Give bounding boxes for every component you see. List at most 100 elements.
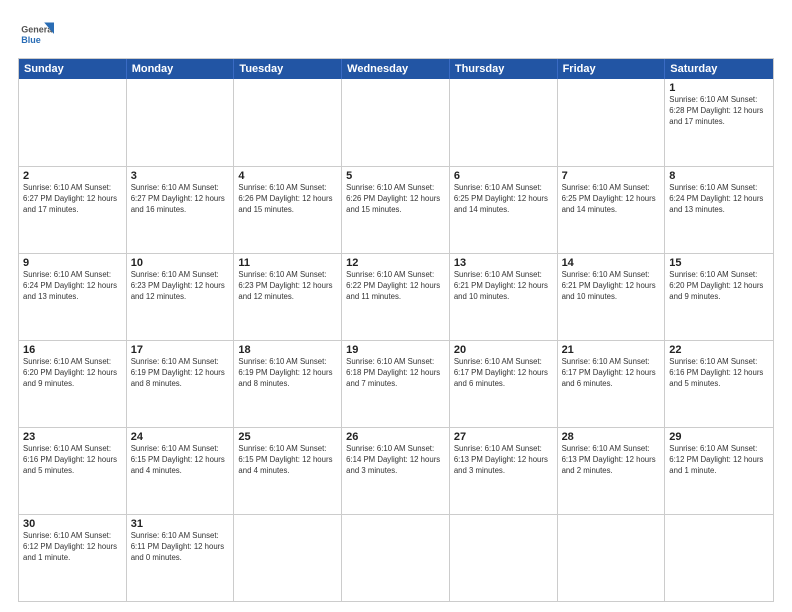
- day-info: Sunrise: 6:10 AM Sunset: 6:24 PM Dayligh…: [23, 270, 122, 303]
- day-info: Sunrise: 6:10 AM Sunset: 6:13 PM Dayligh…: [562, 444, 661, 477]
- day-13: 13Sunrise: 6:10 AM Sunset: 6:21 PM Dayli…: [450, 254, 558, 340]
- day-number: 23: [23, 431, 122, 443]
- empty-cell: [450, 515, 558, 601]
- day-23: 23Sunrise: 6:10 AM Sunset: 6:16 PM Dayli…: [19, 428, 127, 514]
- day-number: 27: [454, 431, 553, 443]
- empty-cell: [234, 515, 342, 601]
- week-row-6: 30Sunrise: 6:10 AM Sunset: 6:12 PM Dayli…: [19, 514, 773, 601]
- day-7: 7Sunrise: 6:10 AM Sunset: 6:25 PM Daylig…: [558, 167, 666, 253]
- day-1: 1Sunrise: 6:10 AM Sunset: 6:28 PM Daylig…: [665, 79, 773, 166]
- day-27: 27Sunrise: 6:10 AM Sunset: 6:13 PM Dayli…: [450, 428, 558, 514]
- empty-cell: [558, 79, 666, 166]
- day-info: Sunrise: 6:10 AM Sunset: 6:19 PM Dayligh…: [131, 357, 230, 390]
- day-number: 8: [669, 170, 769, 182]
- day-info: Sunrise: 6:10 AM Sunset: 6:20 PM Dayligh…: [23, 357, 122, 390]
- day-number: 18: [238, 344, 337, 356]
- day-6: 6Sunrise: 6:10 AM Sunset: 6:25 PM Daylig…: [450, 167, 558, 253]
- day-17: 17Sunrise: 6:10 AM Sunset: 6:19 PM Dayli…: [127, 341, 235, 427]
- day-15: 15Sunrise: 6:10 AM Sunset: 6:20 PM Dayli…: [665, 254, 773, 340]
- day-number: 26: [346, 431, 445, 443]
- week-row-4: 16Sunrise: 6:10 AM Sunset: 6:20 PM Dayli…: [19, 340, 773, 427]
- day-21: 21Sunrise: 6:10 AM Sunset: 6:17 PM Dayli…: [558, 341, 666, 427]
- day-info: Sunrise: 6:10 AM Sunset: 6:15 PM Dayligh…: [131, 444, 230, 477]
- week-row-3: 9Sunrise: 6:10 AM Sunset: 6:24 PM Daylig…: [19, 253, 773, 340]
- header-day-saturday: Saturday: [665, 59, 773, 79]
- day-number: 13: [454, 257, 553, 269]
- day-4: 4Sunrise: 6:10 AM Sunset: 6:26 PM Daylig…: [234, 167, 342, 253]
- day-19: 19Sunrise: 6:10 AM Sunset: 6:18 PM Dayli…: [342, 341, 450, 427]
- day-number: 28: [562, 431, 661, 443]
- day-number: 29: [669, 431, 769, 443]
- day-info: Sunrise: 6:10 AM Sunset: 6:15 PM Dayligh…: [238, 444, 337, 477]
- day-30: 30Sunrise: 6:10 AM Sunset: 6:12 PM Dayli…: [19, 515, 127, 601]
- empty-cell: [234, 79, 342, 166]
- header-day-sunday: Sunday: [19, 59, 127, 79]
- calendar: SundayMondayTuesdayWednesdayThursdayFrid…: [18, 58, 774, 602]
- header-day-wednesday: Wednesday: [342, 59, 450, 79]
- day-number: 10: [131, 257, 230, 269]
- day-info: Sunrise: 6:10 AM Sunset: 6:13 PM Dayligh…: [454, 444, 553, 477]
- svg-text:Blue: Blue: [21, 35, 41, 45]
- day-number: 11: [238, 257, 337, 269]
- empty-cell: [19, 79, 127, 166]
- day-info: Sunrise: 6:10 AM Sunset: 6:17 PM Dayligh…: [454, 357, 553, 390]
- day-number: 24: [131, 431, 230, 443]
- day-5: 5Sunrise: 6:10 AM Sunset: 6:26 PM Daylig…: [342, 167, 450, 253]
- day-info: Sunrise: 6:10 AM Sunset: 6:26 PM Dayligh…: [238, 183, 337, 216]
- day-number: 16: [23, 344, 122, 356]
- day-number: 4: [238, 170, 337, 182]
- day-info: Sunrise: 6:10 AM Sunset: 6:18 PM Dayligh…: [346, 357, 445, 390]
- day-number: 5: [346, 170, 445, 182]
- day-info: Sunrise: 6:10 AM Sunset: 6:11 PM Dayligh…: [131, 531, 230, 564]
- day-number: 22: [669, 344, 769, 356]
- day-info: Sunrise: 6:10 AM Sunset: 6:16 PM Dayligh…: [669, 357, 769, 390]
- day-info: Sunrise: 6:10 AM Sunset: 6:14 PM Dayligh…: [346, 444, 445, 477]
- day-info: Sunrise: 6:10 AM Sunset: 6:23 PM Dayligh…: [238, 270, 337, 303]
- day-info: Sunrise: 6:10 AM Sunset: 6:17 PM Dayligh…: [562, 357, 661, 390]
- day-number: 12: [346, 257, 445, 269]
- day-number: 7: [562, 170, 661, 182]
- day-info: Sunrise: 6:10 AM Sunset: 6:21 PM Dayligh…: [562, 270, 661, 303]
- day-number: 14: [562, 257, 661, 269]
- day-11: 11Sunrise: 6:10 AM Sunset: 6:23 PM Dayli…: [234, 254, 342, 340]
- day-info: Sunrise: 6:10 AM Sunset: 6:16 PM Dayligh…: [23, 444, 122, 477]
- day-12: 12Sunrise: 6:10 AM Sunset: 6:22 PM Dayli…: [342, 254, 450, 340]
- header-day-thursday: Thursday: [450, 59, 558, 79]
- day-29: 29Sunrise: 6:10 AM Sunset: 6:12 PM Dayli…: [665, 428, 773, 514]
- day-info: Sunrise: 6:10 AM Sunset: 6:19 PM Dayligh…: [238, 357, 337, 390]
- day-number: 31: [131, 518, 230, 530]
- day-number: 1: [669, 82, 769, 94]
- day-number: 30: [23, 518, 122, 530]
- day-info: Sunrise: 6:10 AM Sunset: 6:27 PM Dayligh…: [23, 183, 122, 216]
- day-22: 22Sunrise: 6:10 AM Sunset: 6:16 PM Dayli…: [665, 341, 773, 427]
- day-info: Sunrise: 6:10 AM Sunset: 6:23 PM Dayligh…: [131, 270, 230, 303]
- day-number: 19: [346, 344, 445, 356]
- day-9: 9Sunrise: 6:10 AM Sunset: 6:24 PM Daylig…: [19, 254, 127, 340]
- day-info: Sunrise: 6:10 AM Sunset: 6:21 PM Dayligh…: [454, 270, 553, 303]
- day-info: Sunrise: 6:10 AM Sunset: 6:20 PM Dayligh…: [669, 270, 769, 303]
- day-number: 17: [131, 344, 230, 356]
- header-day-tuesday: Tuesday: [234, 59, 342, 79]
- day-18: 18Sunrise: 6:10 AM Sunset: 6:19 PM Dayli…: [234, 341, 342, 427]
- day-number: 9: [23, 257, 122, 269]
- day-info: Sunrise: 6:10 AM Sunset: 6:22 PM Dayligh…: [346, 270, 445, 303]
- day-info: Sunrise: 6:10 AM Sunset: 6:25 PM Dayligh…: [454, 183, 553, 216]
- day-info: Sunrise: 6:10 AM Sunset: 6:12 PM Dayligh…: [669, 444, 769, 477]
- empty-cell: [127, 79, 235, 166]
- calendar-body: 1Sunrise: 6:10 AM Sunset: 6:28 PM Daylig…: [19, 79, 773, 601]
- day-number: 21: [562, 344, 661, 356]
- logo: General Blue: [18, 16, 54, 52]
- day-info: Sunrise: 6:10 AM Sunset: 6:27 PM Dayligh…: [131, 183, 230, 216]
- day-info: Sunrise: 6:10 AM Sunset: 6:25 PM Dayligh…: [562, 183, 661, 216]
- day-number: 20: [454, 344, 553, 356]
- day-10: 10Sunrise: 6:10 AM Sunset: 6:23 PM Dayli…: [127, 254, 235, 340]
- day-info: Sunrise: 6:10 AM Sunset: 6:24 PM Dayligh…: [669, 183, 769, 216]
- empty-cell: [558, 515, 666, 601]
- empty-cell: [450, 79, 558, 166]
- week-row-1: 1Sunrise: 6:10 AM Sunset: 6:28 PM Daylig…: [19, 79, 773, 166]
- day-8: 8Sunrise: 6:10 AM Sunset: 6:24 PM Daylig…: [665, 167, 773, 253]
- day-number: 3: [131, 170, 230, 182]
- day-31: 31Sunrise: 6:10 AM Sunset: 6:11 PM Dayli…: [127, 515, 235, 601]
- day-number: 2: [23, 170, 122, 182]
- day-16: 16Sunrise: 6:10 AM Sunset: 6:20 PM Dayli…: [19, 341, 127, 427]
